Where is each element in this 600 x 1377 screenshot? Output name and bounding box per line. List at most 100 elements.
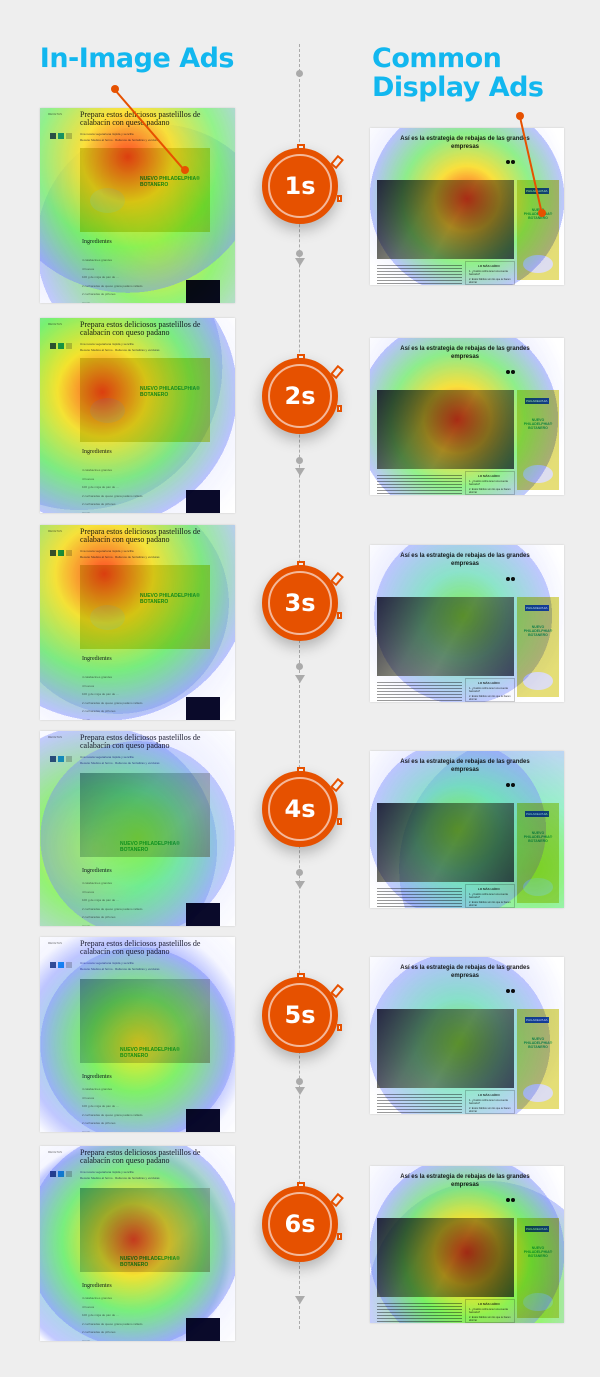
ad-text: NUEVO PHILADELPHIA® BOTANERO [523,1037,553,1049]
time-label: 5s [284,1001,316,1029]
share-icon[interactable] [506,989,510,993]
article-photo [377,390,514,469]
facebook-icon[interactable] [511,1198,515,1202]
facebook-icon[interactable] [511,577,515,581]
display-ad[interactable]: PHILADELPHIA NUEVO PHILADELPHIA® BOTANER… [517,597,559,697]
ingredient-item: 4 calabacines grandes [82,675,113,679]
ingredient-item: 2 cucharadas de piñones [82,915,116,919]
article-text [377,680,462,702]
small-ad[interactable] [186,1109,220,1132]
pointer-dot [538,209,546,217]
pointer-dot [111,85,119,93]
share-buttons [50,550,72,556]
twitter-icon[interactable] [58,962,64,968]
in-image-ad[interactable]: NUEVO PHILADELPHIA® BOTANERO [80,358,210,442]
facebook-icon[interactable] [50,133,56,139]
small-ad[interactable] [186,903,220,926]
small-ad[interactable] [186,280,220,303]
article-title: Prepara estos deliciosos pastelillos de … [80,320,201,337]
ad-text: NUEVO PHILADELPHIA® BOTANERO [140,386,200,398]
article-text [377,1092,462,1114]
in-image-ad[interactable]: NUEVO PHILADELPHIA® BOTANERO [80,979,210,1063]
facebook-icon[interactable] [50,756,56,762]
email-icon[interactable] [66,343,72,349]
section-label: RECETAS [48,112,62,116]
small-ad[interactable] [186,1318,220,1341]
in-image-ad[interactable]: NUEVO PHILADELPHIA® BOTANERO [80,773,210,857]
ad-brand: PHILADELPHIA [525,1226,549,1232]
axis-arrow [295,675,305,683]
section-label: RECETAS [48,1150,62,1154]
email-icon[interactable] [66,550,72,556]
most-read-item: 2. Estos hábitos son los que te hacen ah… [469,695,511,701]
facebook-icon[interactable] [511,160,515,164]
ingredient-item: 4 huevos [82,1304,95,1309]
article-photo [377,1009,514,1088]
article-photo [377,1218,514,1297]
product-tub [523,255,553,273]
bullet: Receta: Medios al horno · Rellenos de ho… [80,761,160,765]
share-buttons [50,133,72,139]
ad-brand: PHILADELPHIA [525,1017,549,1023]
ingredient-item: 2 cucharadas de queso grana padano ralla… [82,1321,143,1326]
most-read-heading: LO MÁS LEÍDO [478,1302,500,1306]
product-tub [523,1084,553,1102]
most-read-item: 1. ¿Cuánto cobra tener una cuenta bancar… [469,270,508,276]
email-icon[interactable] [66,1171,72,1177]
small-ad[interactable] [186,697,220,720]
stopwatch: 5s [262,973,344,1053]
twitter-icon[interactable] [58,756,64,762]
in-image-ad[interactable]: NUEVO PHILADELPHIA® BOTANERO [80,565,210,649]
display-ad-page: Así es la estrategia de rebajas de las g… [370,1166,564,1323]
share-icon[interactable] [506,783,510,787]
ingredients-heading: Ingredientes [82,868,112,874]
twitter-icon[interactable] [58,550,64,556]
facebook-icon[interactable] [50,962,56,968]
facebook-icon[interactable] [50,343,56,349]
ingredient-item: 4 calabacines grandes [82,1087,113,1091]
ad-text: NUEVO PHILADELPHIA® BOTANERO [523,418,553,430]
section-label: RECETAS [48,529,62,533]
in-image-ad[interactable]: NUEVO PHILADELPHIA® BOTANERO [80,148,210,232]
display-ad-page: Así es la estrategia de rebajas de las g… [370,338,564,495]
bullet: Una receta vegetariana rápida y sencilla [80,961,134,965]
facebook-icon[interactable] [511,783,515,787]
share-icon[interactable] [506,160,510,164]
email-icon[interactable] [66,756,72,762]
twitter-icon[interactable] [58,133,64,139]
article-title: Así es la estrategia de rebajas de las g… [400,1174,530,1188]
twitter-icon[interactable] [58,1171,64,1177]
display-ad[interactable]: PHILADELPHIA NUEVO PHILADELPHIA® BOTANER… [517,390,559,490]
display-ad[interactable]: PHILADELPHIA NUEVO PHILADELPHIA® BOTANER… [517,803,559,903]
stopwatch: 1s [262,144,344,224]
most-read-heading: LO MÁS LEÍDO [478,887,500,891]
article-text [377,263,462,285]
ingredient-item: Aceite [82,300,91,304]
ingredient-item: 4 calabacines grandes [82,258,113,262]
most-read-heading: LO MÁS LEÍDO [478,264,500,268]
twitter-icon[interactable] [58,343,64,349]
ad-text: NUEVO PHILADELPHIA® BOTANERO [140,176,200,188]
share-icon[interactable] [506,370,510,374]
email-icon[interactable] [66,962,72,968]
ingredient-item: 2 cucharadas de piñones [82,709,116,713]
ingredients-heading: Ingredientes [82,449,112,455]
ad-text: NUEVO PHILADELPHIA® BOTANERO [120,841,180,853]
axis-dot [296,70,303,77]
small-ad[interactable] [186,490,220,513]
share-icon[interactable] [506,1198,510,1202]
ingredient-item: Aceite [82,510,91,514]
article-title: Prepara estos deliciosos pastelillos de … [80,1148,201,1165]
display-ad[interactable]: PHILADELPHIA NUEVO PHILADELPHIA® BOTANER… [517,1009,559,1109]
most-read-box: LO MÁS LEÍDO 1. ¿Cuánto cobra tener una … [465,471,515,495]
facebook-icon[interactable] [511,989,515,993]
email-icon[interactable] [66,133,72,139]
facebook-icon[interactable] [511,370,515,374]
share-icon[interactable] [506,577,510,581]
display-ad[interactable]: PHILADELPHIA NUEVO PHILADELPHIA® BOTANER… [517,1218,559,1318]
most-read-heading: LO MÁS LEÍDO [478,681,500,685]
in-image-ad[interactable]: NUEVO PHILADELPHIA® BOTANERO [80,1188,210,1272]
facebook-icon[interactable] [50,550,56,556]
in-image-ad-page: RECETAS Prepara estos deliciosos pasteli… [40,731,235,926]
facebook-icon[interactable] [50,1171,56,1177]
